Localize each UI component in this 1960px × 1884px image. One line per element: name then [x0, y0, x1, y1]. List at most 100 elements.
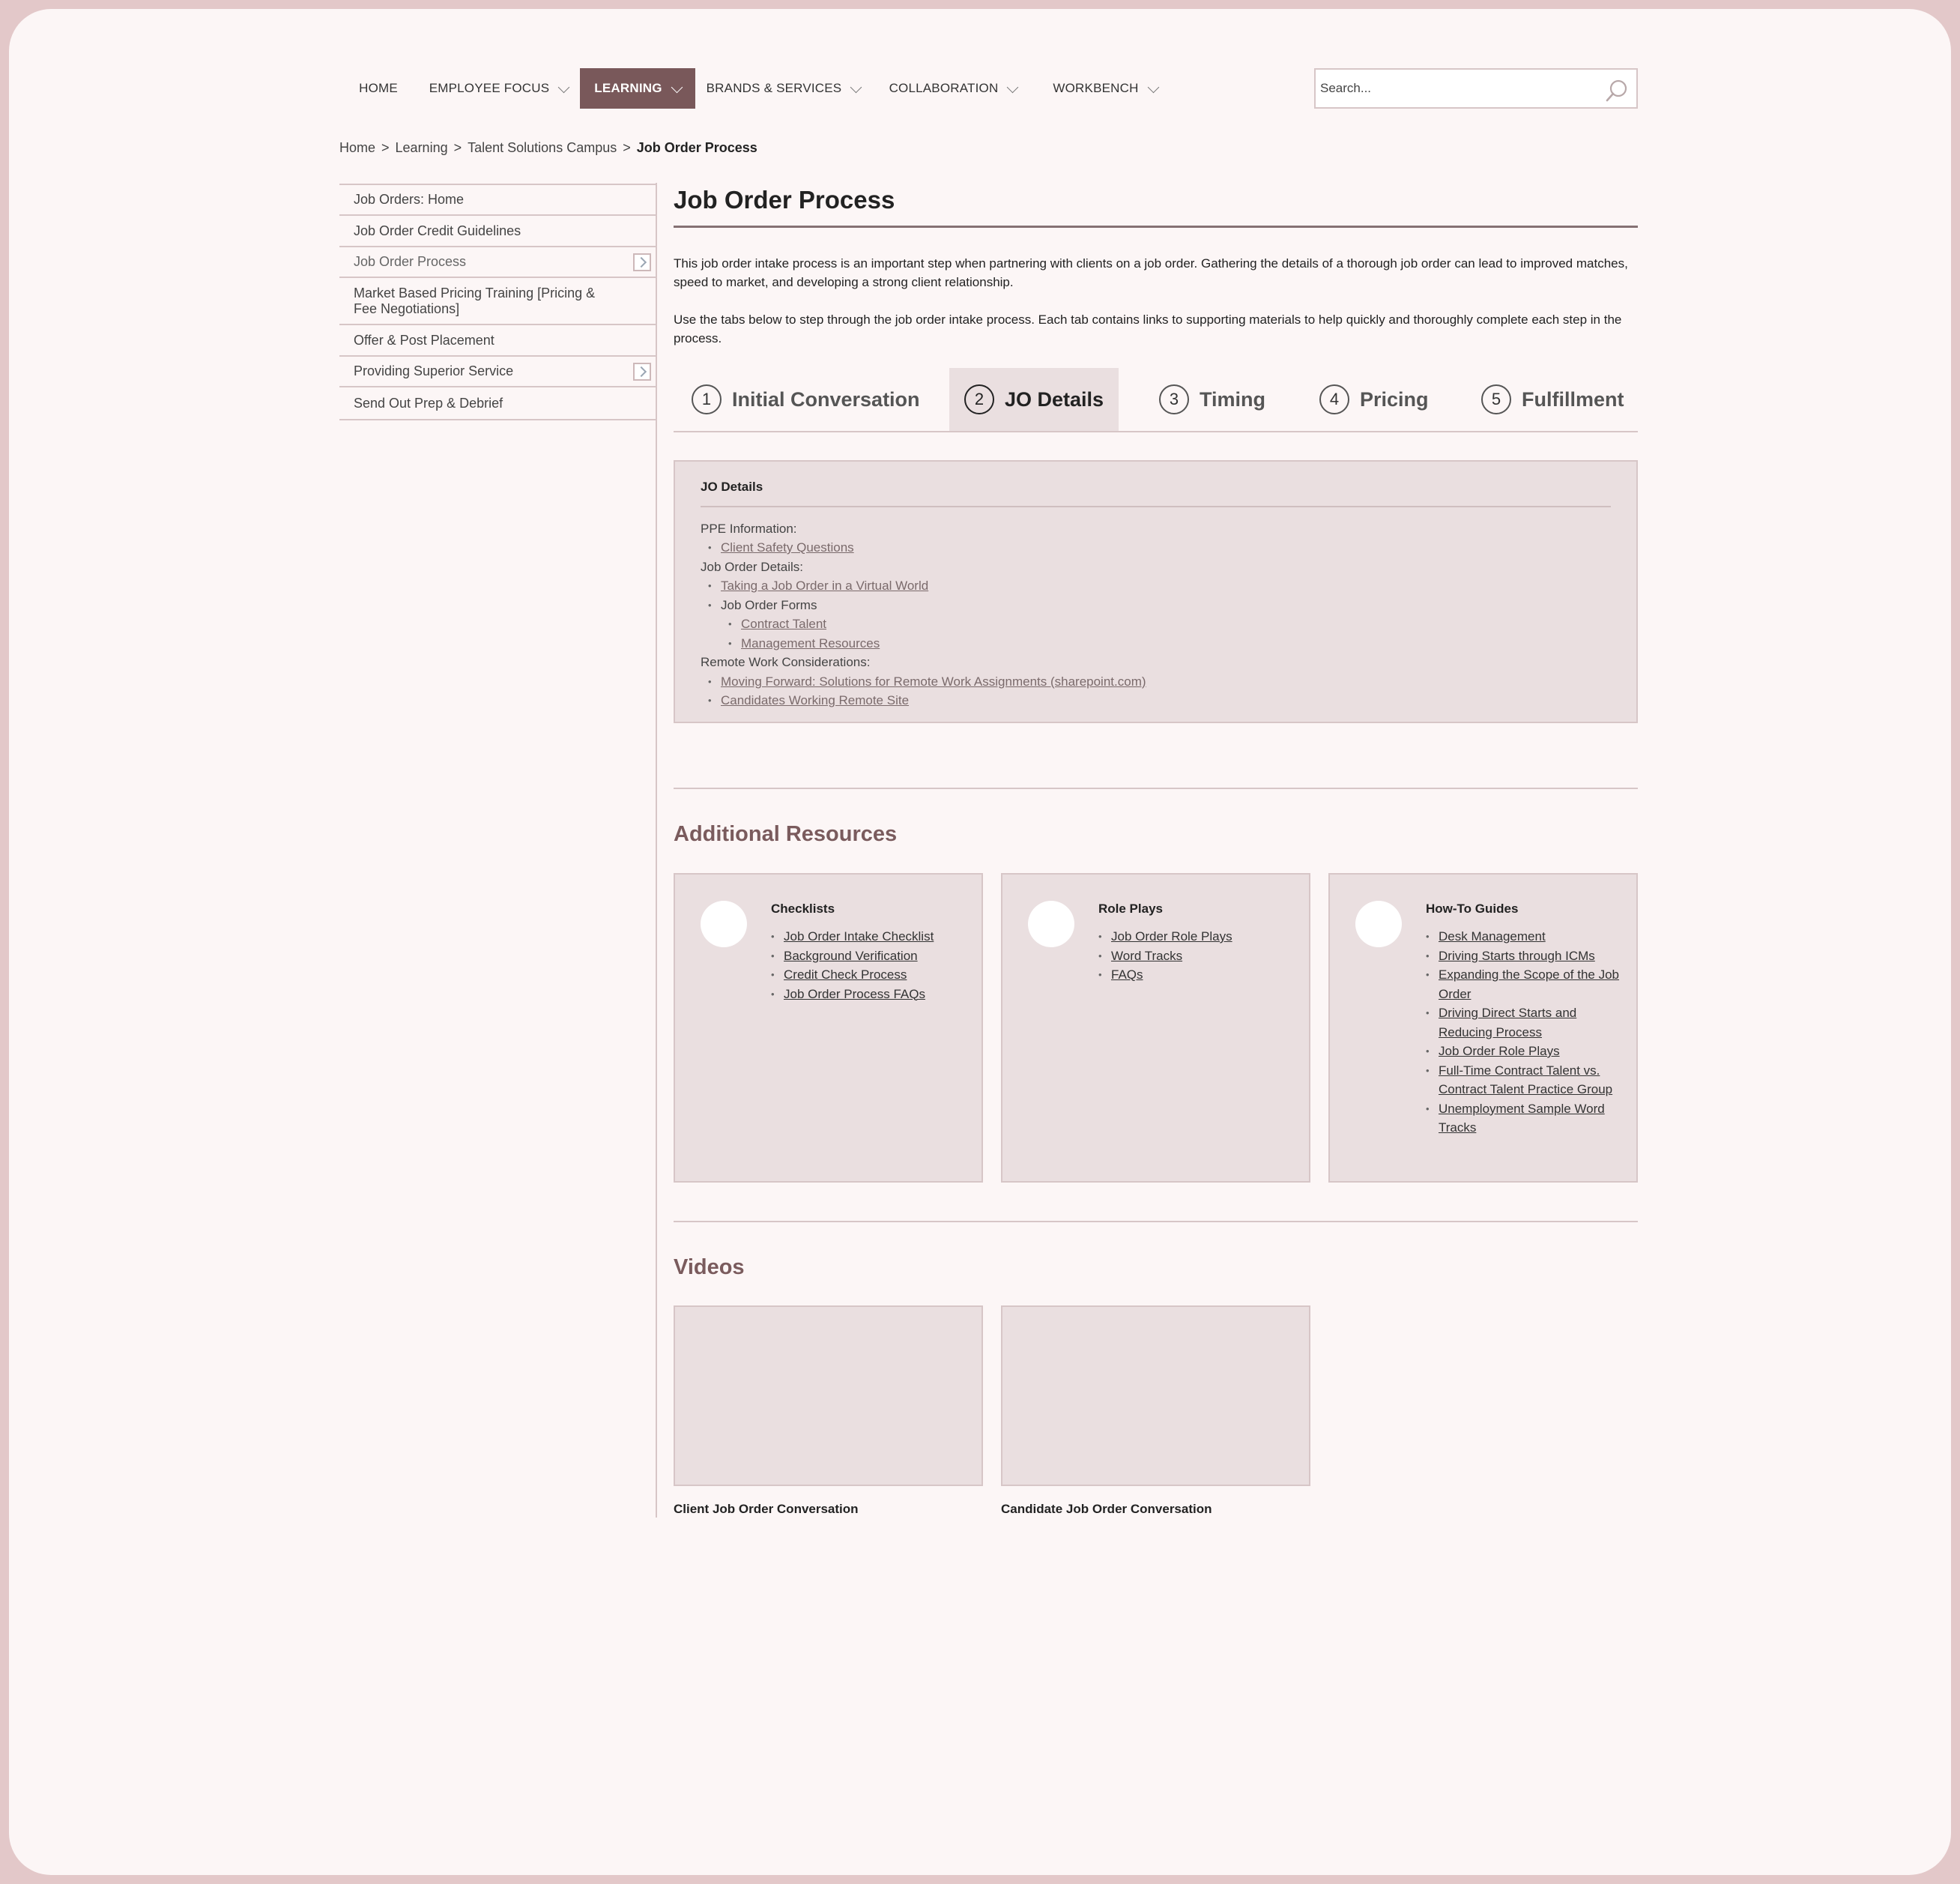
tab-timing[interactable]: 3 Timing	[1159, 368, 1265, 431]
process-tabs: 1 Initial Conversation 2 JO Details 3 Timin…	[674, 368, 1638, 432]
breadcrumb-separator: >	[623, 140, 631, 155]
chevron-down-icon	[671, 81, 683, 93]
breadcrumb: Home > Learning > Talent Solutions Campus > Jo…	[339, 140, 757, 156]
breadcrumb-current: Job Order Process	[636, 140, 757, 155]
resource-link[interactable]: Driving Starts through ICMs	[1439, 949, 1595, 963]
resource-link[interactable]: Driving Direct Starts and Reducing Proce…	[1439, 1006, 1576, 1039]
video-title[interactable]: Candidate Job Order Conversation	[1001, 1502, 1212, 1517]
nav-item-label: BRANDS & SERVICES	[706, 81, 842, 95]
virtual-world-link[interactable]: Taking a Job Order in a Virtual World	[721, 579, 928, 593]
video-thumbnail[interactable]	[1001, 1305, 1310, 1486]
search-icon[interactable]	[1605, 79, 1629, 103]
resource-link[interactable]: Desk Management	[1439, 929, 1546, 943]
sidebar-item-job-order-process[interactable]: Job Order Process	[339, 247, 657, 278]
list-item: Management Resources	[701, 634, 1611, 653]
search-box	[1314, 68, 1638, 109]
tab-fulfillment[interactable]: 5 Fulfillment	[1481, 368, 1624, 431]
list-item: Credit Check Process	[771, 965, 973, 985]
remote-label: Remote Work Considerations:	[701, 655, 871, 669]
resource-link[interactable]: Unemployment Sample Word Tracks	[1439, 1102, 1605, 1135]
tab-jo-details[interactable]: 2 JO Details	[949, 368, 1119, 431]
resource-link[interactable]: Word Tracks	[1111, 949, 1182, 963]
step-number-icon: 4	[1319, 384, 1349, 414]
nav-item-label: EMPLOYEE FOCUS	[429, 81, 550, 95]
tab-pricing[interactable]: 4 Pricing	[1319, 368, 1429, 431]
additional-resources-title: Additional Resources	[674, 822, 898, 846]
sidebar-nav: Job Orders: Home Job Order Credit Guidel…	[339, 184, 657, 420]
candidates-remote-link[interactable]: Candidates Working Remote Site	[721, 693, 909, 707]
breadcrumb-home[interactable]: Home	[339, 140, 375, 156]
section-divider	[674, 1221, 1638, 1222]
chevron-down-icon	[1007, 81, 1019, 93]
sidebar-item-job-orders-home[interactable]: Job Orders: Home	[339, 185, 657, 216]
sidebar-item-label: Providing Superior Service	[354, 363, 514, 378]
list-item: Job Order Process FAQs	[771, 985, 973, 1004]
card-title: Role Plays	[1098, 902, 1163, 916]
nav-item-workbench[interactable]: WORKBENCH	[1035, 68, 1176, 109]
page-title: Job Order Process	[674, 186, 895, 214]
sidebar-item-label: Job Order Credit Guidelines	[354, 223, 521, 238]
card-title: Checklists	[771, 902, 835, 916]
resource-card-how-to-guides: How-To Guides Desk Management Driving St…	[1328, 873, 1638, 1183]
nav-item-employee-focus[interactable]: EMPLOYEE FOCUS	[417, 68, 580, 109]
list-item: Job Order Role Plays	[1426, 1042, 1621, 1061]
sidebar-item-offer-post-placement[interactable]: Offer & Post Placement	[339, 325, 657, 357]
tab-initial-conversation[interactable]: 1 Initial Conversation	[692, 368, 920, 431]
sidebar-item-label: Offer & Post Placement	[354, 332, 494, 348]
nav-item-label: COLLABORATION	[889, 81, 999, 95]
sidebar-item-superior-service[interactable]: Providing Superior Service	[339, 357, 657, 387]
nav-item-collaboration[interactable]: COLLABORATION	[871, 68, 1035, 109]
intro-paragraph: Use the tabs below to step through the j…	[674, 313, 1622, 345]
sidebar-item-label: Send Out Prep & Debrief	[354, 395, 503, 411]
sidebar-item-send-out-prep[interactable]: Send Out Prep & Debrief	[339, 387, 657, 420]
resource-link[interactable]: Job Order Role Plays	[1439, 1044, 1560, 1058]
management-resources-link[interactable]: Management Resources	[741, 636, 880, 650]
sidebar-item-market-based-pricing[interactable]: Market Based Pricing Training [Pricing &…	[339, 278, 657, 325]
step-number-icon: 5	[1481, 384, 1511, 414]
resource-link[interactable]: Full-Time Contract Talent vs. Contract T…	[1439, 1063, 1612, 1097]
resource-link[interactable]: Job Order Process FAQs	[784, 987, 925, 1001]
nav-item-home[interactable]: HOME	[339, 68, 417, 109]
sidebar-item-credit-guidelines[interactable]: Job Order Credit Guidelines	[339, 216, 657, 247]
list-item: Background Verification	[771, 946, 973, 966]
chevron-right-icon[interactable]	[633, 362, 651, 381]
moving-forward-link[interactable]: Moving Forward: Solutions for Remote Wor…	[721, 674, 1146, 689]
contract-talent-link[interactable]: Contract Talent	[741, 617, 826, 631]
list-item: Job Order Role Plays	[1098, 927, 1301, 946]
breadcrumb-talent-solutions[interactable]: Talent Solutions Campus	[468, 140, 617, 156]
ppe-label: PPE Information:	[701, 521, 797, 536]
nav-item-label: HOME	[359, 81, 398, 95]
sidebar-item-label: Market Based Pricing Training [Pricing &…	[354, 285, 596, 316]
panel-divider	[701, 506, 1611, 507]
video-thumbnail[interactable]	[674, 1305, 983, 1486]
videos-title: Videos	[674, 1255, 745, 1279]
resource-link[interactable]: Background Verification	[784, 949, 918, 963]
resource-link[interactable]: FAQs	[1111, 967, 1143, 982]
sidebar-item-label: Job Order Process	[354, 254, 467, 269]
video-title[interactable]: Client Job Order Conversation	[674, 1502, 859, 1517]
resource-link[interactable]: Job Order Intake Checklist	[784, 929, 934, 943]
list-item: Taking a Job Order in a Virtual World	[701, 576, 1611, 596]
step-number-icon: 3	[1159, 384, 1189, 414]
list-item: FAQs	[1098, 965, 1301, 985]
list-item: Driving Starts through ICMs	[1426, 946, 1621, 966]
resource-link[interactable]: Job Order Role Plays	[1111, 929, 1232, 943]
details-label: Job Order Details:	[701, 559, 803, 574]
nav-item-learning[interactable]: LEARNING	[580, 68, 695, 109]
chevron-right-icon[interactable]	[633, 253, 651, 271]
tab-label: JO Details	[1004, 387, 1104, 411]
list-item: Word Tracks	[1098, 946, 1301, 966]
step-number-icon: 2	[964, 384, 994, 414]
nav-item-brands-services[interactable]: BRANDS & SERVICES	[695, 68, 871, 109]
client-safety-link[interactable]: Client Safety Questions	[721, 540, 854, 555]
chevron-down-icon	[850, 81, 862, 93]
card-icon	[1028, 901, 1074, 947]
list-item: Candidates Working Remote Site	[701, 691, 1611, 710]
resource-link[interactable]: Credit Check Process	[784, 967, 907, 982]
resource-card-role-plays: Role Plays Job Order Role Plays Word Tra…	[1001, 873, 1310, 1183]
resource-link[interactable]: Expanding the Scope of the Job Order	[1439, 967, 1619, 1001]
tab-label: Fulfillment	[1522, 387, 1624, 411]
search-input[interactable]	[1316, 81, 1585, 96]
breadcrumb-learning[interactable]: Learning	[396, 140, 448, 156]
card-content: Checklists Job Order Intake Checklist Ba…	[771, 902, 973, 1003]
